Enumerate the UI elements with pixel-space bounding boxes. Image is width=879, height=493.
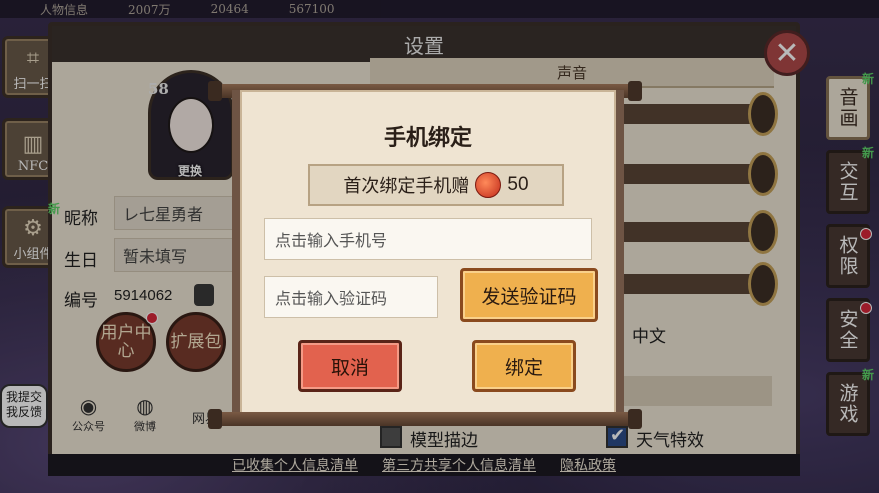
first-bind-reward: 首次绑定手机赠 50	[308, 164, 564, 206]
send-code-button[interactable]: 发送验证码	[460, 268, 598, 322]
dialog-title: 手机绑定	[383, 125, 472, 151]
koi-fish-icon	[475, 172, 502, 198]
reward-amount: 50	[507, 174, 529, 195]
bind-button[interactable]: 绑定	[472, 340, 576, 392]
cancel-button[interactable]: 取消	[298, 340, 402, 392]
reward-text: 首次绑定手机赠	[343, 176, 470, 197]
verification-code-input[interactable]: 点击输入验证码	[264, 276, 438, 318]
phone-binding-dialog: 手机绑定 首次绑定手机赠 50 点击输入手机号 点击输入验证码 发送验证码 取消…	[232, 90, 624, 414]
scroll-bottom-rod	[208, 409, 642, 429]
phone-number-input[interactable]: 点击输入手机号	[264, 218, 592, 260]
